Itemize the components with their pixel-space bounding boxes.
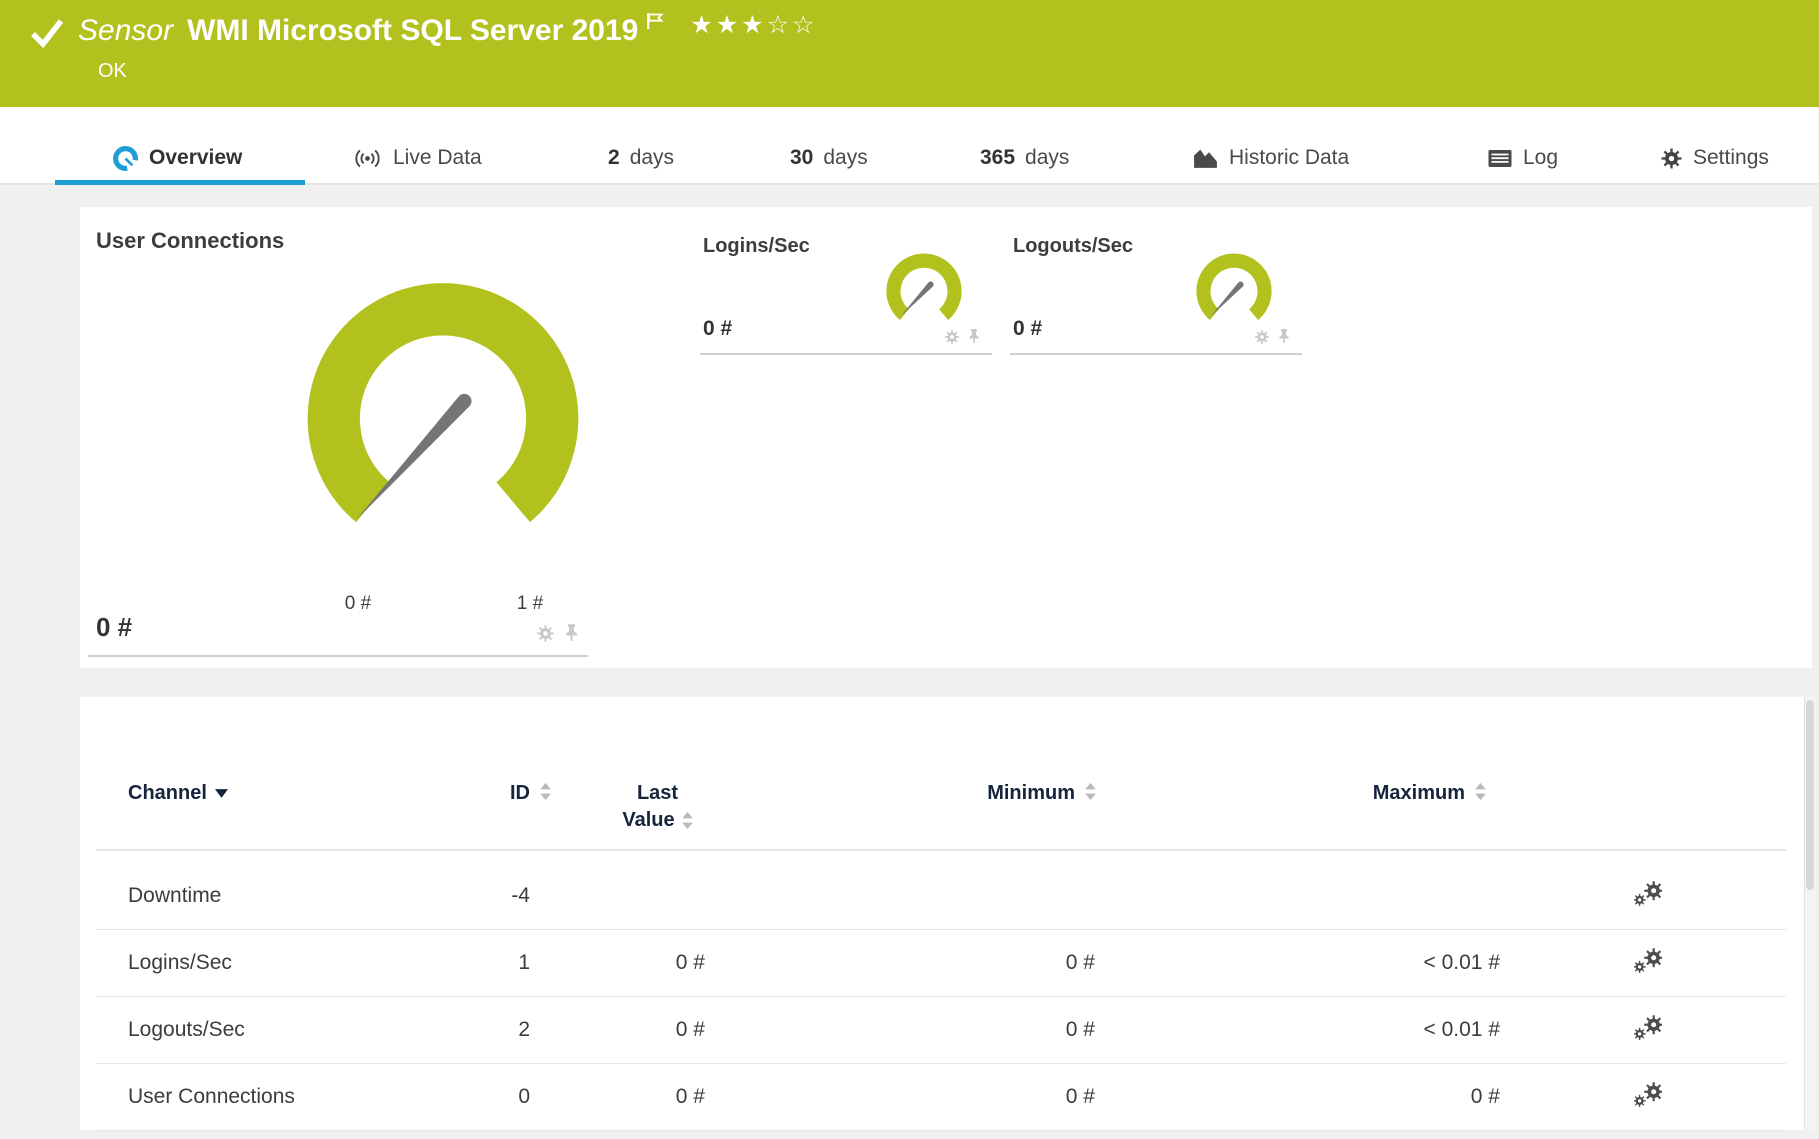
cell-minimum: 0 # [1065, 951, 1095, 974]
tab-settings[interactable]: Settings [1660, 140, 1769, 176]
channel-settings-gears-icon[interactable] [1634, 1082, 1662, 1110]
cell-id: 0 [518, 1085, 530, 1108]
cell-id: -4 [511, 884, 530, 907]
channel-settings-gears-icon[interactable] [1634, 881, 1662, 909]
cell-minimum: 0 # [1065, 1018, 1095, 1041]
row-separator [96, 1130, 1786, 1131]
stars-filled: ★★★ [690, 11, 767, 39]
tab-overview-label: Overview [149, 146, 243, 169]
row-separator [96, 996, 1786, 997]
column-header-minimum[interactable]: Minimum [905, 782, 1075, 805]
row-separator [96, 929, 1786, 930]
row-separator [96, 1063, 1786, 1064]
tab-live-data[interactable]: Live Data [352, 140, 482, 176]
primary-gauge-scale-min: 0 # [344, 593, 372, 614]
logins-gauge [886, 253, 962, 320]
cell-id: 1 [518, 951, 530, 974]
cell-maximum: < 0.01 # [1423, 1018, 1500, 1041]
channel-settings-gears-icon[interactable] [1634, 1015, 1662, 1043]
channels-table-card [80, 697, 1812, 1130]
cell-id: 2 [518, 1018, 530, 1041]
list-icon [1488, 149, 1512, 167]
priority-stars[interactable]: ★★★☆☆ [690, 10, 817, 40]
table-header-separator [96, 849, 1786, 851]
primary-gauge-value: 0 # [96, 612, 133, 642]
tab-365-days[interactable]: 365 days [980, 140, 1069, 176]
logouts-gauge-title: Logouts/Sec [1013, 235, 1134, 257]
primary-gauge-underline [88, 655, 588, 657]
gauge-icon [113, 145, 138, 171]
primary-gauge-scale-max: 1 # [516, 593, 544, 614]
cell-minimum: 0 # [1065, 1085, 1095, 1108]
sensor-title-row: Sensor WMI Microsoft SQL Server 2019 ★★★… [30, 10, 817, 48]
tab-log[interactable]: Log [1487, 140, 1558, 176]
primary-channel-pin-icon[interactable] [562, 623, 581, 642]
column-header-channel-label: Channel [128, 782, 207, 804]
logins-gauge-title: Logins/Sec [703, 235, 810, 257]
tab-365-days-number: 365 [980, 146, 1016, 169]
logouts-gear-icon[interactable] [1254, 329, 1270, 345]
logouts-gauge [1196, 253, 1272, 320]
tab-2-days-label: days [629, 146, 675, 169]
cell-channel[interactable]: Logouts/Sec [128, 1018, 245, 1042]
tab-historic-data-label: Historic Data [1229, 146, 1350, 169]
priority-flag-icon[interactable] [646, 12, 665, 36]
tab-30-days[interactable]: 30 days [790, 140, 868, 176]
cell-last-value: 0 # [675, 951, 705, 974]
broadcast-icon [355, 149, 380, 167]
logins-gauge-value: 0 # [703, 317, 733, 340]
sort-arrows-icon[interactable] [681, 812, 693, 829]
vertical-scrollbar-thumb[interactable] [1806, 700, 1814, 890]
stars-empty: ☆☆ [766, 11, 818, 39]
primary-channel-gear-icon[interactable] [536, 624, 555, 643]
cell-maximum: < 0.01 # [1423, 951, 1500, 974]
tab-365-days-label: days [1025, 146, 1070, 169]
gauge-needle [356, 393, 472, 521]
tab-settings-label: Settings [1693, 146, 1769, 169]
logouts-pin-icon[interactable] [1276, 328, 1292, 344]
channel-settings-gears-icon[interactable] [1634, 948, 1662, 976]
logouts-underline [1010, 353, 1302, 355]
logins-gear-icon[interactable] [944, 329, 960, 345]
gear-icon [1661, 148, 1682, 168]
cell-channel[interactable]: User Connections [128, 1085, 295, 1109]
sort-desc-icon [214, 789, 228, 798]
cell-channel[interactable]: Downtime [128, 884, 221, 908]
column-header-maximum[interactable]: Maximum [1295, 782, 1465, 805]
gauge-needle [1210, 281, 1244, 317]
sort-arrows-icon[interactable] [1475, 783, 1486, 800]
tab-overview[interactable]: Overview [112, 140, 242, 176]
gauge-needle [900, 281, 934, 317]
column-header-last-line2: Value [622, 809, 675, 831]
tab-30-days-label: days [823, 146, 868, 169]
sensor-name: WMI Microsoft SQL Server 2019 [187, 14, 639, 47]
cell-last-value: 0 # [675, 1085, 705, 1108]
cell-maximum: 0 # [1470, 1085, 1500, 1108]
logins-underline [700, 353, 992, 355]
prtg-sensor-page: Sensor WMI Microsoft SQL Server 2019 ★★★… [0, 0, 1819, 1139]
object-kind-label: Sensor [78, 14, 174, 47]
cell-last-value: 0 # [675, 1018, 705, 1041]
column-header-last-value[interactable]: Last Value [595, 782, 720, 832]
logouts-gauge-value: 0 # [1013, 317, 1043, 340]
status-ok-check-icon [31, 19, 64, 48]
tab-historic-data[interactable]: Historic Data [1192, 140, 1349, 176]
tab-2-days-number: 2 [608, 146, 620, 169]
tab-log-label: Log [1523, 146, 1559, 169]
area-chart-icon [1194, 149, 1217, 168]
tab-live-data-label: Live Data [393, 146, 482, 169]
sort-arrows-icon[interactable] [540, 783, 551, 800]
primary-gauge-title: User Connections [96, 228, 285, 253]
tab-30-days-number: 30 [790, 146, 814, 169]
column-header-last-line1: Last [636, 782, 679, 804]
sensor-status-text: OK [98, 60, 127, 82]
column-header-channel[interactable]: Channel [128, 782, 228, 805]
cell-channel[interactable]: Logins/Sec [128, 951, 232, 975]
tab-2-days[interactable]: 2 days [608, 140, 674, 176]
sort-arrows-icon[interactable] [1085, 783, 1096, 800]
logins-pin-icon[interactable] [966, 328, 982, 344]
user-connections-gauge [307, 283, 579, 523]
column-header-id[interactable]: ID [430, 782, 530, 805]
